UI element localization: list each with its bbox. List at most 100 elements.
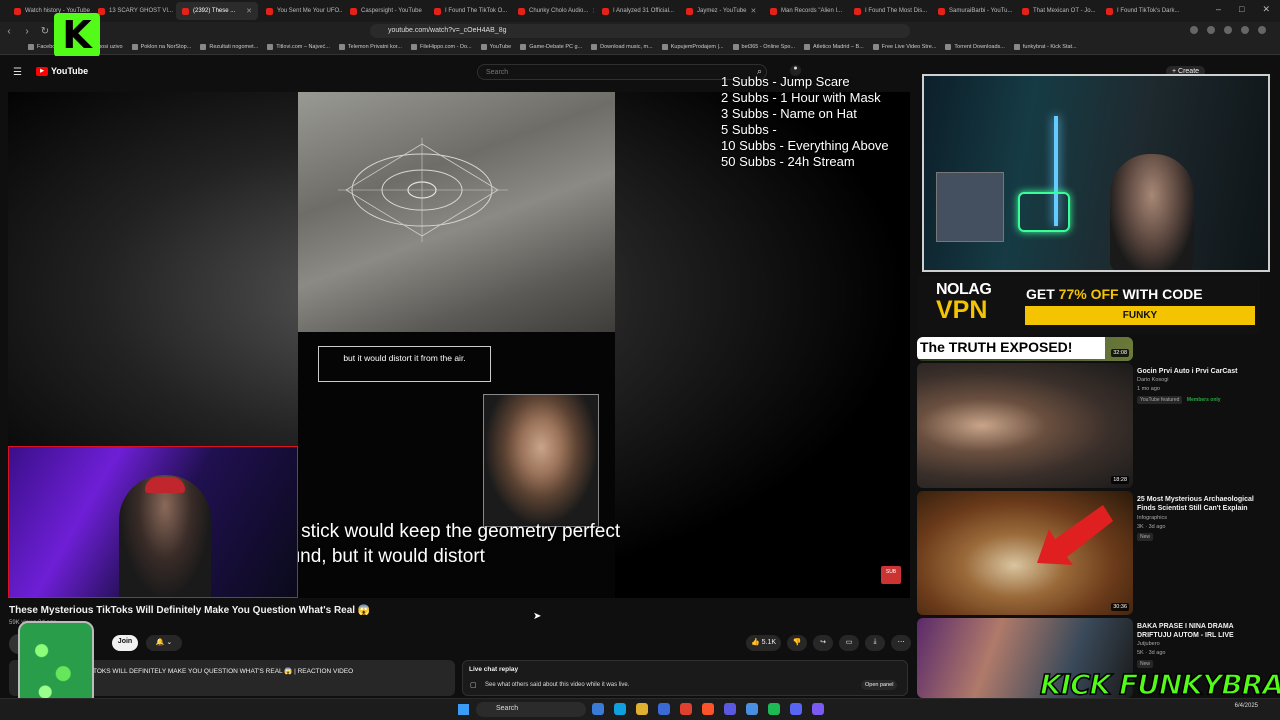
bookmark-item[interactable]: Poklon na NorStop... bbox=[131, 44, 191, 50]
notification-bell-button[interactable]: 🔔 ⌄ bbox=[146, 635, 182, 651]
save-button[interactable]: ▭ bbox=[839, 635, 860, 651]
recommendation-item[interactable]: 30:36 25 Most Mysterious Archaeological … bbox=[917, 491, 1267, 615]
forward-icon[interactable]: › bbox=[18, 26, 36, 37]
bookmark-label: YouTube bbox=[489, 44, 512, 50]
bookmark-item[interactable]: Rezultati nogomet... bbox=[200, 44, 258, 50]
back-icon[interactable]: ‹ bbox=[0, 26, 18, 37]
like-button[interactable]: 👍 5.1K bbox=[746, 635, 782, 651]
browser-tab[interactable]: You Sent Me Your UFO...✕ bbox=[260, 2, 342, 20]
extension-icon[interactable] bbox=[1207, 26, 1215, 34]
share-button[interactable]: ↪ bbox=[813, 635, 834, 651]
explorer-icon[interactable] bbox=[592, 703, 604, 715]
recommendation-thumbnail[interactable]: The TRUTH EXPOSED! 32:08 bbox=[917, 337, 1133, 361]
discord-icon[interactable] bbox=[790, 703, 802, 715]
browser-tab[interactable]: (2392) These ... ✕ bbox=[176, 2, 258, 20]
new-badge: New bbox=[1137, 660, 1154, 668]
recommendation-item[interactable]: The TRUTH EXPOSED! 32:08 bbox=[917, 337, 1267, 361]
bookmark-item[interactable]: Free Live Video Stre... bbox=[872, 44, 936, 50]
browser-tab[interactable]: 13 SCARY GHOST VI...✕ bbox=[92, 2, 174, 20]
sponsor-banner: NOLAG VPN GET 77% OFF WITH CODE FUNKY bbox=[918, 276, 1260, 334]
live-chat-subtitle: See what others said about this video wh… bbox=[485, 682, 630, 688]
bookmark-item[interactable]: YouTube bbox=[480, 44, 512, 50]
edge-icon[interactable] bbox=[614, 703, 626, 715]
recommendation-channel[interactable]: Dario Kosogi bbox=[1137, 377, 1169, 383]
brave-icon[interactable] bbox=[702, 703, 714, 715]
bookmark-favicon-icon bbox=[410, 44, 417, 50]
open-panel-button[interactable]: Open panel bbox=[861, 680, 898, 690]
recommendation-channel[interactable]: Jutjubero bbox=[1137, 641, 1160, 647]
more-options-button[interactable]: ⋯ bbox=[891, 635, 912, 651]
browser-tab[interactable]: That Mexican OT - Jo...✕ bbox=[1016, 2, 1098, 20]
bookmark-item[interactable]: Download music, m... bbox=[591, 44, 653, 50]
taskbar-search[interactable]: Search bbox=[476, 702, 586, 717]
close-window-icon[interactable]: ✕ bbox=[1262, 4, 1270, 15]
bookmark-item[interactable]: Titlovi.com – Najveć... bbox=[267, 44, 330, 50]
menu-icon[interactable]: ☰ bbox=[13, 67, 22, 78]
bookmark-label: Telemon Privatni kor... bbox=[347, 44, 402, 50]
bookmark-item[interactable]: bet365 - Online Spo... bbox=[732, 44, 795, 50]
subscribe-watermark[interactable]: SUB bbox=[881, 566, 901, 584]
bookmark-item[interactable]: funkybrat - Kick Stat... bbox=[1013, 44, 1077, 50]
bookmark-item[interactable]: KupujemProdajem |... bbox=[661, 44, 724, 50]
close-tab-icon[interactable]: ✕ bbox=[750, 7, 756, 15]
red-arrow-icon bbox=[1037, 505, 1113, 565]
youtube-logo[interactable]: ▶ YouTube bbox=[36, 66, 88, 76]
live-chat-replay: Live chat replay ▢ See what others said … bbox=[462, 660, 908, 696]
recommendation-title[interactable]: Gocin Prvi Auto i Prvi CarCast bbox=[1137, 367, 1261, 376]
sub-goal-item: 1 Subbs - Jump Scare bbox=[721, 74, 850, 89]
spotify-icon[interactable] bbox=[768, 703, 780, 715]
store-icon[interactable] bbox=[658, 703, 670, 715]
teams-icon[interactable] bbox=[724, 703, 736, 715]
reload-icon[interactable]: ↻ bbox=[36, 26, 54, 37]
windows-taskbar: ⌕ Search 6/4/2025 bbox=[0, 698, 1280, 720]
browser-tab[interactable]: Caspersight - YouTube✕ bbox=[344, 2, 426, 20]
bookmark-item[interactable]: FileHippo.com - Do... bbox=[410, 44, 472, 50]
recommendation-thumbnail[interactable]: 18:28 bbox=[917, 363, 1133, 488]
join-button[interactable]: Join bbox=[112, 635, 138, 651]
browser-tab-label: Man Records "Alien I... bbox=[781, 8, 843, 14]
browser-tab[interactable]: SamuraiBarbi - YouTu...✕ bbox=[932, 2, 1014, 20]
extension-icon[interactable] bbox=[1224, 26, 1232, 34]
browser-tab[interactable]: Jaymez - YouTube ✕ bbox=[680, 2, 762, 20]
folder-icon[interactable] bbox=[636, 703, 648, 715]
download-button[interactable]: ⤓ bbox=[865, 635, 886, 651]
recommendation-title[interactable]: BAKA PRASE I NINA DRAMA DRIFTUJU AUTOM -… bbox=[1137, 622, 1261, 640]
offer-suffix: WITH CODE bbox=[1118, 286, 1203, 302]
close-tab-icon[interactable]: ✕ bbox=[592, 7, 594, 15]
bookmark-item[interactable]: Game-Debate PC g... bbox=[520, 44, 582, 50]
members-only-badge: Members only bbox=[1186, 397, 1221, 403]
extension-icon[interactable] bbox=[1241, 26, 1249, 34]
close-tab-icon[interactable]: ✕ bbox=[246, 7, 252, 15]
browser-tab[interactable]: Chunky Cholo Audio...✕ bbox=[512, 2, 594, 20]
bookmark-item[interactable]: Telemon Privatni kor... bbox=[338, 44, 402, 50]
minimize-icon[interactable]: – bbox=[1216, 4, 1221, 15]
chrome-icon[interactable] bbox=[680, 703, 692, 715]
windows-start-icon[interactable] bbox=[458, 704, 469, 715]
recommendation-item[interactable]: 18:28 Gocin Prvi Auto i Prvi CarCast Dar… bbox=[917, 363, 1267, 488]
extension-icon[interactable] bbox=[1258, 26, 1266, 34]
url-field[interactable]: youtube.com/watch?v=_cOeH4AB_8g bbox=[370, 24, 910, 38]
browser-tab[interactable]: I Found The TikTok O...✕ bbox=[428, 2, 510, 20]
youtube-favicon-icon bbox=[1022, 7, 1029, 15]
youtube-favicon-icon bbox=[770, 7, 777, 15]
browser-tab[interactable]: Man Records "Alien I...✕ bbox=[764, 2, 846, 20]
app-icon[interactable] bbox=[812, 703, 824, 715]
app-icon[interactable] bbox=[746, 703, 758, 715]
browser-tab[interactable]: I Analyzed 31 Official...✕ bbox=[596, 2, 678, 20]
browser-tab-label: I Found The Most Dis... bbox=[865, 8, 928, 14]
recommendation-channel[interactable]: Infographics bbox=[1137, 515, 1167, 521]
browser-tab-label: I Found The TikTok O... bbox=[445, 8, 508, 14]
extension-icon[interactable] bbox=[1190, 26, 1198, 34]
bookmark-item[interactable]: Atletico Madrid – B... bbox=[804, 44, 864, 50]
bookmark-label: Torrent Downloads... bbox=[954, 44, 1005, 50]
browser-tab[interactable]: I Found TikTok's Dark...✕ bbox=[1100, 2, 1182, 20]
youtube-favicon-icon bbox=[14, 7, 21, 15]
maximize-icon[interactable]: □ bbox=[1239, 4, 1244, 15]
video-duration: 32:08 bbox=[1111, 349, 1129, 357]
bookmark-item[interactable]: Torrent Downloads... bbox=[945, 44, 1005, 50]
streamer-hat bbox=[145, 477, 185, 493]
dislike-button[interactable]: 👎 bbox=[787, 635, 808, 651]
browser-tab[interactable]: I Found The Most Dis...✕ bbox=[848, 2, 930, 20]
recommendation-title[interactable]: 25 Most Mysterious Archaeological Finds … bbox=[1137, 495, 1261, 513]
recommendation-thumbnail[interactable]: 30:36 bbox=[917, 491, 1133, 615]
